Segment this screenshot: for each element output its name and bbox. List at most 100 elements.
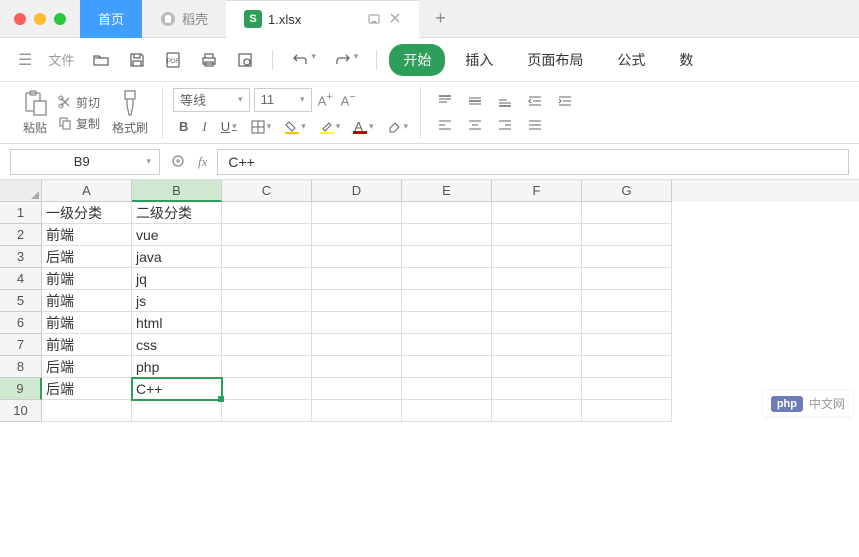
cell[interactable]	[582, 290, 672, 312]
cell[interactable]	[402, 400, 492, 422]
cell[interactable]	[582, 356, 672, 378]
row-header[interactable]: 2	[0, 224, 42, 246]
cell[interactable]	[492, 246, 582, 268]
row-header[interactable]: 5	[0, 290, 42, 312]
copy-button[interactable]: 复制	[58, 115, 100, 132]
cell[interactable]	[492, 378, 582, 400]
increase-indent-button[interactable]	[551, 91, 579, 111]
close-tab-icon[interactable]	[389, 12, 401, 24]
cell[interactable]	[402, 224, 492, 246]
cell[interactable]	[222, 356, 312, 378]
decrease-indent-button[interactable]	[521, 91, 549, 111]
cell[interactable]	[582, 246, 672, 268]
eraser-button[interactable]: ▾	[381, 117, 414, 137]
align-left-button[interactable]	[431, 115, 459, 135]
cell[interactable]	[132, 400, 222, 422]
cut-button[interactable]: 剪切	[58, 94, 100, 111]
menu-start[interactable]: 开始	[389, 44, 445, 76]
font-color-button[interactable]: A▾	[348, 116, 379, 137]
cell[interactable]: 前端	[42, 290, 132, 312]
cell[interactable]	[582, 334, 672, 356]
col-header-C[interactable]: C	[222, 180, 312, 202]
cell[interactable]	[402, 246, 492, 268]
cell[interactable]	[312, 202, 402, 224]
cell[interactable]	[402, 378, 492, 400]
col-header-F[interactable]: F	[492, 180, 582, 202]
cell[interactable]	[402, 334, 492, 356]
undo-icon[interactable]: ▾	[285, 47, 322, 73]
align-middle-button[interactable]	[461, 91, 489, 111]
cell[interactable]: 前端	[42, 312, 132, 334]
cell[interactable]: 后端	[42, 356, 132, 378]
align-right-button[interactable]	[491, 115, 519, 135]
cell[interactable]	[312, 224, 402, 246]
cell[interactable]	[402, 356, 492, 378]
cell[interactable]: vue	[132, 224, 222, 246]
cell[interactable]: 前端	[42, 224, 132, 246]
cell[interactable]: 一级分类	[42, 202, 132, 224]
cell[interactable]	[492, 224, 582, 246]
font-name-select[interactable]: 等线 ▾	[173, 88, 250, 112]
tab-home[interactable]: 首页	[80, 0, 142, 38]
cell[interactable]	[492, 334, 582, 356]
cell[interactable]	[312, 268, 402, 290]
align-bottom-button[interactable]	[491, 91, 519, 111]
cell[interactable]	[222, 290, 312, 312]
cell[interactable]	[222, 268, 312, 290]
add-tab-button[interactable]: +	[419, 8, 462, 29]
cell-reference-input[interactable]: B9 ▾	[10, 149, 160, 175]
row-header[interactable]: 1	[0, 202, 42, 224]
cell[interactable]	[402, 202, 492, 224]
cell[interactable]	[312, 400, 402, 422]
cell[interactable]: C++	[132, 378, 222, 400]
select-all-corner[interactable]	[0, 180, 42, 202]
menu-data[interactable]: 数	[665, 44, 707, 76]
italic-button[interactable]: I	[196, 116, 212, 138]
cell[interactable]	[492, 202, 582, 224]
cell[interactable]	[222, 400, 312, 422]
preview-icon[interactable]	[230, 47, 260, 73]
row-header[interactable]: 4	[0, 268, 42, 290]
cell[interactable]	[492, 356, 582, 378]
tab-daoke[interactable]: 稻壳	[142, 0, 226, 38]
cell[interactable]: css	[132, 334, 222, 356]
row-header[interactable]: 8	[0, 356, 42, 378]
cell[interactable]	[42, 400, 132, 422]
cell[interactable]: php	[132, 356, 222, 378]
cell[interactable]	[222, 312, 312, 334]
cell[interactable]	[582, 400, 672, 422]
cell[interactable]	[222, 378, 312, 400]
format-painter-button[interactable]: 格式刷	[104, 89, 156, 136]
file-menu[interactable]: 文件	[42, 50, 80, 69]
cell[interactable]: java	[132, 246, 222, 268]
detach-icon[interactable]	[367, 12, 381, 26]
align-top-button[interactable]	[431, 91, 459, 111]
menu-insert[interactable]: 插入	[451, 44, 507, 76]
highlight-button[interactable]: ▾	[314, 117, 347, 137]
col-header-A[interactable]: A	[42, 180, 132, 202]
underline-button[interactable]: U▾	[215, 116, 243, 137]
fx-label[interactable]: fx	[198, 154, 207, 170]
font-size-select[interactable]: 11 ▾	[254, 88, 312, 112]
cell[interactable]: html	[132, 312, 222, 334]
cell[interactable]	[222, 224, 312, 246]
export-pdf-icon[interactable]: PDF	[158, 47, 188, 73]
cell[interactable]	[222, 246, 312, 268]
row-header[interactable]: 6	[0, 312, 42, 334]
cell[interactable]	[582, 202, 672, 224]
cell[interactable]: 后端	[42, 378, 132, 400]
cell[interactable]	[582, 268, 672, 290]
cell[interactable]	[312, 312, 402, 334]
row-header[interactable]: 10	[0, 400, 42, 422]
cell[interactable]: 二级分类	[132, 202, 222, 224]
col-header-G[interactable]: G	[582, 180, 672, 202]
menu-page-layout[interactable]: 页面布局	[513, 44, 597, 76]
col-header-B[interactable]: B	[132, 180, 222, 202]
cell[interactable]	[312, 290, 402, 312]
cell[interactable]: 后端	[42, 246, 132, 268]
cell[interactable]	[582, 224, 672, 246]
cell[interactable]	[312, 246, 402, 268]
hamburger-icon[interactable]: ☰	[14, 50, 36, 70]
redo-icon[interactable]: ▾	[328, 47, 365, 73]
maximize-window-button[interactable]	[54, 13, 66, 25]
